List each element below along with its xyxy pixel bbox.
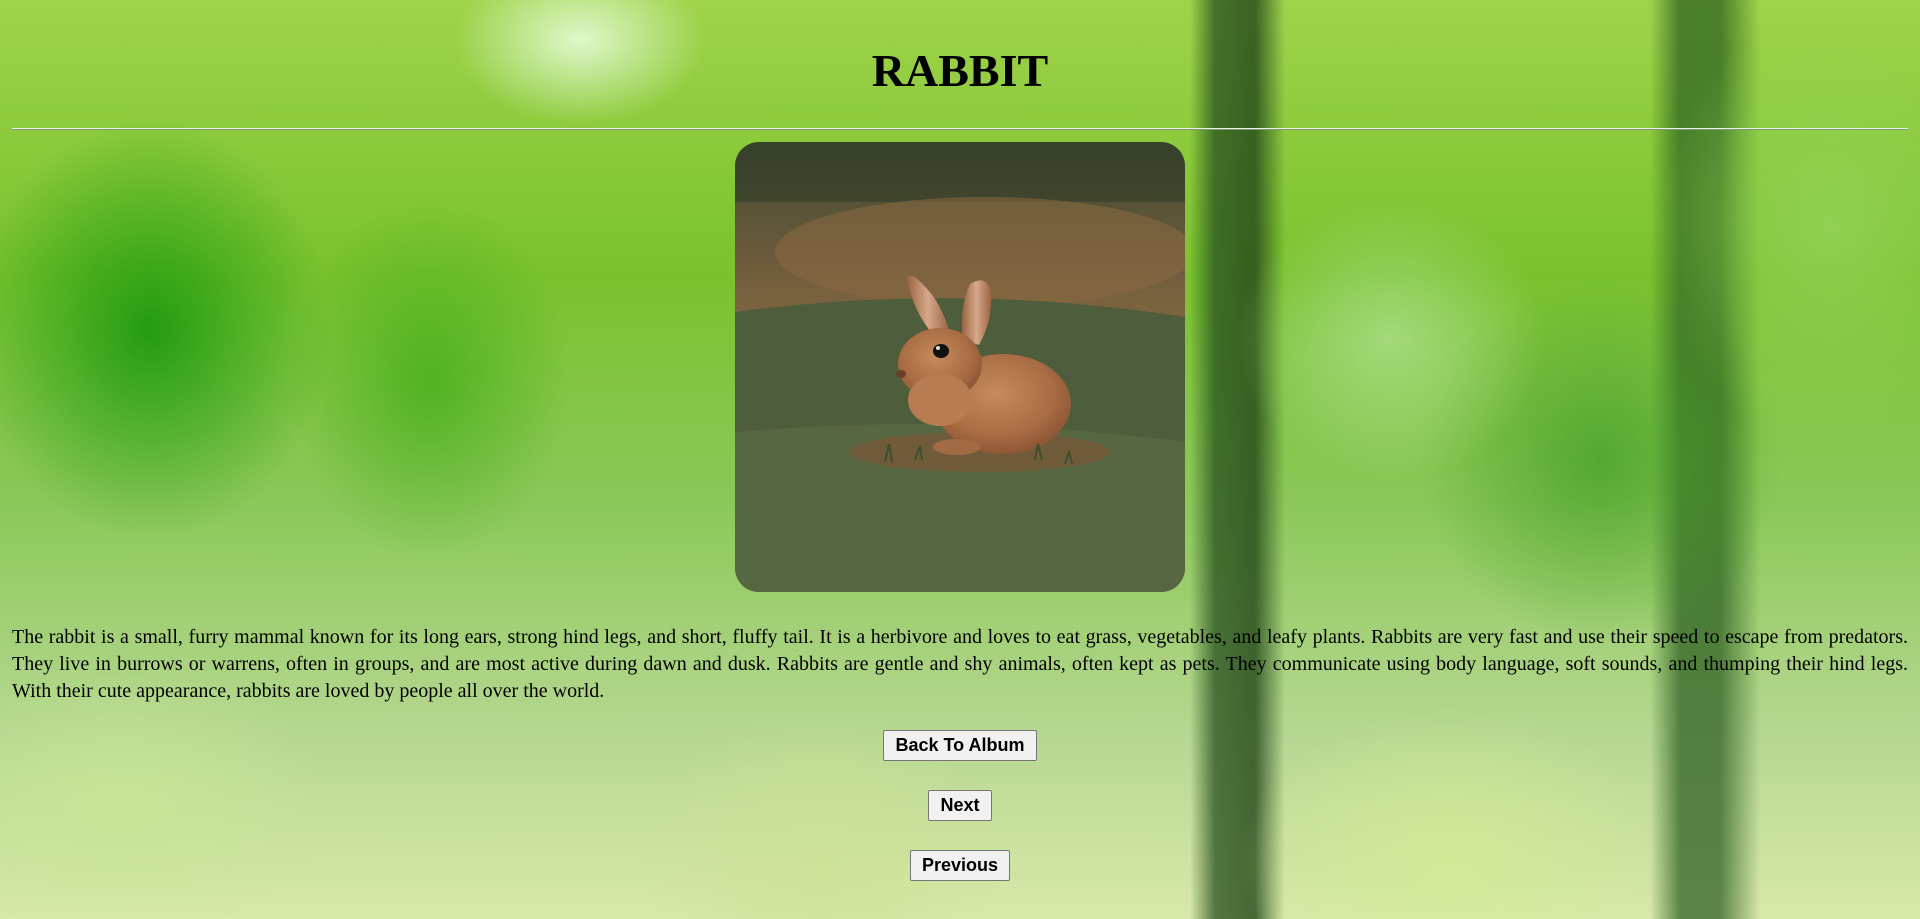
page-content: RABBIT The rabbit is a small, furry mamm… [12,0,1908,881]
rabbit-chest [908,374,972,426]
eye-highlight [936,346,940,350]
next-button[interactable]: Next [928,790,992,821]
title-divider [12,128,1908,130]
rabbit-front-feet [933,439,981,455]
rabbit-eye [933,344,949,358]
rabbit-illustration [735,142,1185,592]
rabbit-nose [896,370,906,378]
back-to-album-button[interactable]: Back To Album [883,730,1037,761]
rabbit-description: The rabbit is a small, furry mammal know… [12,626,1908,702]
dark-foliage [735,142,1185,202]
previous-button[interactable]: Previous [909,850,1011,881]
rabbit-photo [735,142,1185,592]
page-title: RABBIT [871,45,1049,96]
